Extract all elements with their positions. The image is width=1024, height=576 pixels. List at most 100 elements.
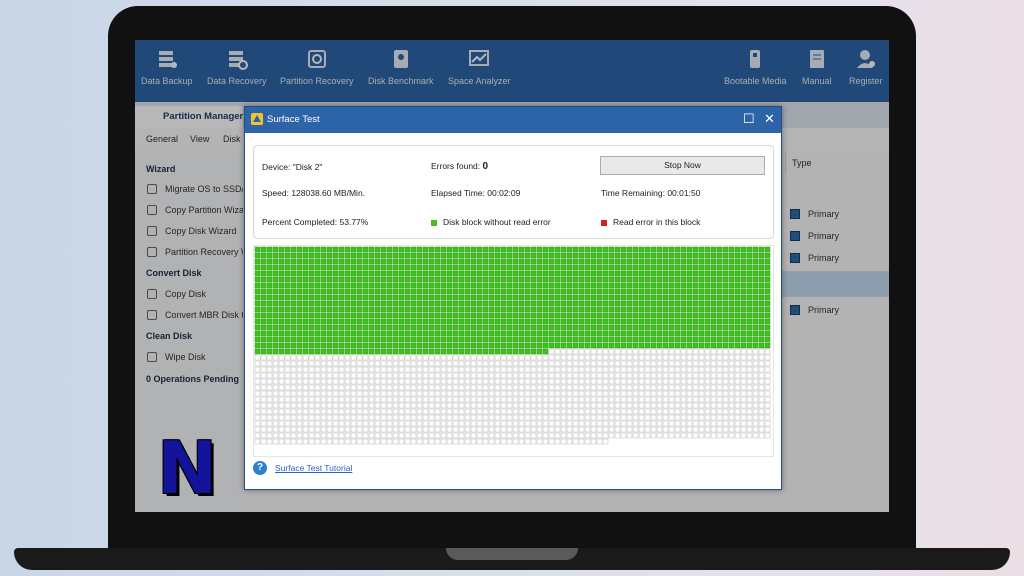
dialog-titlebar[interactable]: Surface Test ☐ ✕ <box>245 107 781 133</box>
disk-block <box>584 366 591 373</box>
disk-block <box>356 354 363 361</box>
disk-block <box>416 318 423 325</box>
disk-block <box>440 360 447 367</box>
disk-block <box>716 288 723 295</box>
disk-block <box>398 432 405 439</box>
disk-block <box>578 348 585 355</box>
disk-block <box>590 366 597 373</box>
disk-block <box>302 390 309 397</box>
disk-block <box>416 360 423 367</box>
disk-block <box>476 384 483 391</box>
disk-block <box>428 318 435 325</box>
disk-block <box>512 282 519 289</box>
disk-block <box>686 366 693 373</box>
disk-block <box>464 276 471 283</box>
disk-block <box>344 360 351 367</box>
close-icon[interactable]: ✕ <box>764 111 775 127</box>
speed-info: Speed: 128038.60 MB/Min. <box>262 188 365 198</box>
disk-block <box>704 282 711 289</box>
disk-block <box>518 330 525 337</box>
disk-block <box>458 264 465 271</box>
disk-block <box>266 408 273 415</box>
disk-block <box>716 294 723 301</box>
disk-block <box>602 372 609 379</box>
disk-block <box>656 294 663 301</box>
disk-block <box>494 378 501 385</box>
surface-test-tutorial-link[interactable]: Surface Test Tutorial <box>275 463 352 473</box>
stop-now-button[interactable]: Stop Now <box>600 156 765 175</box>
disk-block <box>542 324 549 331</box>
disk-block <box>452 366 459 373</box>
disk-block <box>704 294 711 301</box>
disk-block <box>362 318 369 325</box>
disk-block <box>416 252 423 259</box>
disk-block <box>422 342 429 349</box>
disk-block <box>278 312 285 319</box>
disk-block <box>518 426 525 433</box>
disk-block <box>266 396 273 403</box>
disk-block <box>680 408 687 415</box>
disk-block <box>698 270 705 277</box>
disk-block <box>656 330 663 337</box>
disk-block <box>764 282 771 289</box>
disk-block <box>446 294 453 301</box>
disk-block <box>674 378 681 385</box>
disk-block <box>662 360 669 367</box>
disk-block <box>542 420 549 427</box>
disk-block <box>560 258 567 265</box>
disk-block <box>266 336 273 343</box>
disk-block <box>254 378 261 385</box>
disk-block <box>440 348 447 355</box>
disk-block <box>272 288 279 295</box>
disk-block <box>404 306 411 313</box>
disk-block <box>704 366 711 373</box>
disk-block <box>638 414 645 421</box>
disk-block <box>722 366 729 373</box>
disk-block <box>668 426 675 433</box>
disk-block <box>752 264 759 271</box>
disk-block <box>404 312 411 319</box>
disk-block <box>716 372 723 379</box>
disk-block <box>440 270 447 277</box>
disk-block <box>746 252 753 259</box>
disk-block <box>296 348 303 355</box>
disk-block <box>662 306 669 313</box>
disk-block <box>392 372 399 379</box>
disk-block <box>470 438 477 445</box>
disk-block <box>374 408 381 415</box>
disk-block <box>332 348 339 355</box>
disk-block <box>452 354 459 361</box>
disk-block <box>668 366 675 373</box>
disk-block <box>500 330 507 337</box>
disk-block <box>674 252 681 259</box>
disk-block <box>308 294 315 301</box>
disk-block <box>548 246 555 253</box>
disk-block <box>380 342 387 349</box>
disk-block <box>626 288 633 295</box>
disk-block <box>668 252 675 259</box>
disk-block <box>350 366 357 373</box>
disk-block <box>290 396 297 403</box>
disk-block <box>416 270 423 277</box>
disk-block <box>410 324 417 331</box>
disk-block <box>560 318 567 325</box>
disk-block <box>410 276 417 283</box>
disk-block <box>620 360 627 367</box>
disk-block <box>254 426 261 433</box>
disk-block <box>608 288 615 295</box>
disk-block <box>344 312 351 319</box>
disk-block <box>410 252 417 259</box>
help-icon[interactable]: ? <box>253 461 267 475</box>
maximize-icon[interactable]: ☐ <box>743 111 755 127</box>
disk-block <box>422 438 429 445</box>
disk-block <box>428 426 435 433</box>
disk-block <box>458 384 465 391</box>
disk-block <box>272 336 279 343</box>
disk-block <box>320 324 327 331</box>
disk-block <box>602 252 609 259</box>
disk-block <box>476 318 483 325</box>
disk-block <box>386 360 393 367</box>
disk-block <box>524 270 531 277</box>
disk-block <box>548 318 555 325</box>
disk-block <box>338 366 345 373</box>
